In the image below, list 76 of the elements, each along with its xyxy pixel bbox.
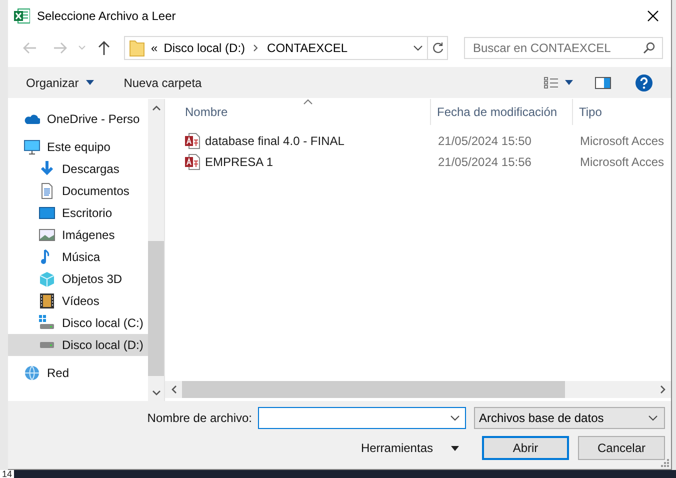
drive-icon [39,315,55,331]
column-header[interactable]: Nombre [165,99,431,125]
file-type-dropdown[interactable]: Archivos base de datos [474,407,665,429]
monitor-icon [24,139,40,155]
sidebar-item[interactable]: Descargas [8,158,148,180]
film-icon [39,293,55,309]
chevron-down-icon [450,415,460,421]
sidebar-item[interactable]: Disco local (D:) [8,334,148,356]
forward-icon [52,40,68,56]
search-icon [643,42,655,54]
date-modified-cell-text: 21/05/2024 15:56 [437,154,532,168]
document-icon [39,183,55,199]
address-bar[interactable]: « Disco local (D:) CONTAEXCEL [124,36,448,60]
file-name-field[interactable] [258,407,466,429]
scrollbar-thumb[interactable] [148,241,164,376]
chevron-right-icon [253,44,260,52]
spreadsheet-app-icon [14,8,30,24]
sidebar-item[interactable]: Escritorio [8,202,148,224]
file-name[interactable]: database final 4.0 - FINAL [165,132,431,148]
back-icon [22,40,38,56]
scroll-down-icon [152,390,160,396]
sidebar-item[interactable]: Música [8,246,148,268]
sidebar-item[interactable]: Este equipo [8,136,148,158]
date-modified-cell-text: 21/05/2024 15:50 [437,134,532,148]
sidebar-item[interactable]: Documentos [8,180,148,202]
list-view-icon [544,76,558,88]
sidebar-item[interactable]: Red [8,362,148,384]
sidebar-item[interactable]: Objetos 3D [8,268,148,290]
file-type-cell-text: Microsoft Acces [579,134,664,148]
desktop-icon [39,205,55,221]
window-title: Seleccione Archivo a Leer [37,8,177,22]
cancel-button[interactable]: Cancelar [578,436,665,460]
scrollbar-thumb[interactable] [182,381,565,398]
vertical-scrollbar[interactable] [148,99,164,401]
open-button[interactable]: Abrir [482,436,569,460]
preview-pane-icon [595,76,611,88]
help-icon [635,74,653,92]
caret-down-icon [86,80,94,85]
column-header[interactable]: Tipo [573,99,653,125]
breadcrumb-item[interactable]: CONTAEXCEL [259,41,348,55]
resize-grip-icon [661,459,669,467]
folder-icon [129,39,145,57]
scroll-right-icon [660,385,666,394]
row-number: 14 [0,470,14,478]
organize-menu-button[interactable]: Organizar [18,70,102,94]
sidebar-item[interactable]: OneDrive - Perso [8,108,148,130]
caret-down-icon [565,80,573,85]
cube-icon [39,271,55,287]
caret-down-icon [451,446,459,450]
database-file-icon [185,132,200,148]
file-type-cell-text: Microsoft Acces [579,154,664,168]
picture-icon [39,227,55,243]
new-folder-button[interactable]: Nueva carpeta [116,70,210,94]
overflow-button[interactable]: « [145,41,158,55]
scroll-up-icon [152,104,160,110]
sidebar-item[interactable]: Vídeos [8,290,148,312]
column-header[interactable]: Fecha de modificación [431,99,573,125]
down-arrow-icon [39,161,55,177]
sidebar-item[interactable]: Disco local (C:) [8,312,148,334]
file-name[interactable]: EMPRESA 1 [165,154,431,170]
sidebar-item[interactable]: Imágenes [8,224,148,246]
close-icon [647,10,659,22]
sort-ascending-icon [303,99,313,105]
breadcrumb-item[interactable]: Disco local (D:) [158,41,246,55]
chevron-down-icon [413,45,423,51]
file-name-label: Nombre de archivo: [147,411,252,425]
scroll-left-icon [170,385,176,394]
chevron-down-icon [78,45,86,51]
tools-menu-button[interactable]: Herramientas [360,436,469,460]
search-field[interactable]: Buscar en CONTAEXCEL [464,37,663,59]
refresh-icon [432,42,444,54]
chevron-down-icon [648,415,658,421]
up-arrow-icon [96,40,112,56]
database-file-icon [185,154,200,170]
globe-icon [24,365,40,381]
horizontal-scrollbar[interactable] [165,381,671,398]
